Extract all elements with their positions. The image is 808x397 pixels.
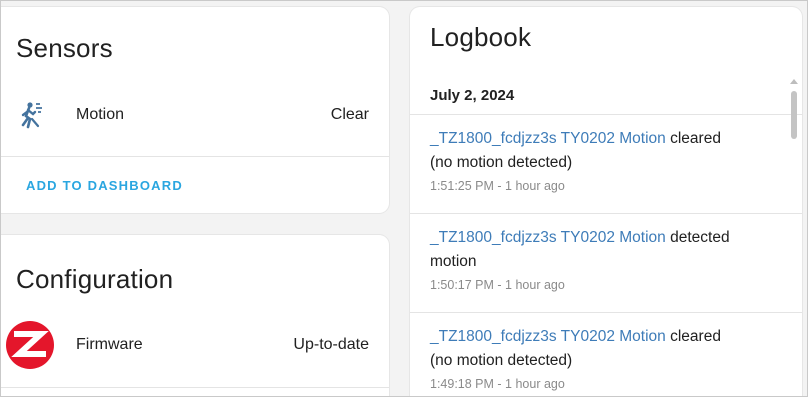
configuration-title: Configuration xyxy=(16,264,174,294)
logbook-entry: _TZ1800_fcdjzz3s TY0202 Motion cleared (… xyxy=(430,127,775,193)
entity-link[interactable]: _TZ1800_fcdjzz3s TY0202 Motion xyxy=(430,328,666,345)
divider xyxy=(410,213,802,214)
add-to-dashboard-button[interactable]: ADD TO DASHBOARD xyxy=(26,178,183,193)
entry-message: cleared xyxy=(670,130,721,147)
divider xyxy=(1,156,389,157)
configuration-card: Configuration Firmware Up-to-date xyxy=(1,235,389,396)
logbook-scrollbar[interactable] xyxy=(791,91,797,139)
logbook-entry: _TZ1800_fcdjzz3s TY0202 Motion detected … xyxy=(430,226,775,292)
divider xyxy=(1,387,389,388)
entry-message: cleared xyxy=(670,328,721,345)
config-label: Firmware xyxy=(76,336,143,353)
divider xyxy=(410,114,802,115)
logbook-entry: _TZ1800_fcdjzz3s TY0202 Motion cleared (… xyxy=(430,325,775,391)
entity-link[interactable]: _TZ1800_fcdjzz3s TY0202 Motion xyxy=(430,130,666,147)
entry-time: 1:50:17 PM - 1 hour ago xyxy=(430,278,565,292)
entry-time: 1:49:18 PM - 1 hour ago xyxy=(430,377,565,391)
entry-message-cont: (no motion detected) xyxy=(430,154,573,171)
zigbee-logo-icon xyxy=(5,320,55,370)
logbook-date: July 2, 2024 xyxy=(430,87,515,104)
logbook-title: Logbook xyxy=(430,22,532,52)
sensor-row-motion[interactable]: Motion Clear xyxy=(1,95,389,135)
entry-message-cont: motion xyxy=(430,253,477,270)
logbook-card: Logbook July 2, 2024 _TZ1800_fcdjzz3s TY… xyxy=(410,7,802,396)
page-frame: Sensors Motion Clear ADD TO DASHBOARD Co… xyxy=(0,0,808,397)
entry-message: detected xyxy=(670,229,730,246)
entity-link[interactable]: _TZ1800_fcdjzz3s TY0202 Motion xyxy=(430,229,666,246)
entry-message-cont: (no motion detected) xyxy=(430,352,573,369)
config-row-firmware[interactable]: Firmware Up-to-date xyxy=(1,321,389,369)
scroll-up-icon[interactable] xyxy=(790,79,798,84)
sensors-card: Sensors Motion Clear ADD TO DASHBOARD xyxy=(1,7,389,213)
entry-time: 1:51:25 PM - 1 hour ago xyxy=(430,179,565,193)
firmware-status: Up-to-date xyxy=(293,336,369,353)
divider xyxy=(410,312,802,313)
motion-sensor-icon xyxy=(16,99,48,131)
sensors-title: Sensors xyxy=(16,33,113,63)
sensor-state: Clear xyxy=(330,106,369,123)
sensor-label: Motion xyxy=(76,106,125,123)
